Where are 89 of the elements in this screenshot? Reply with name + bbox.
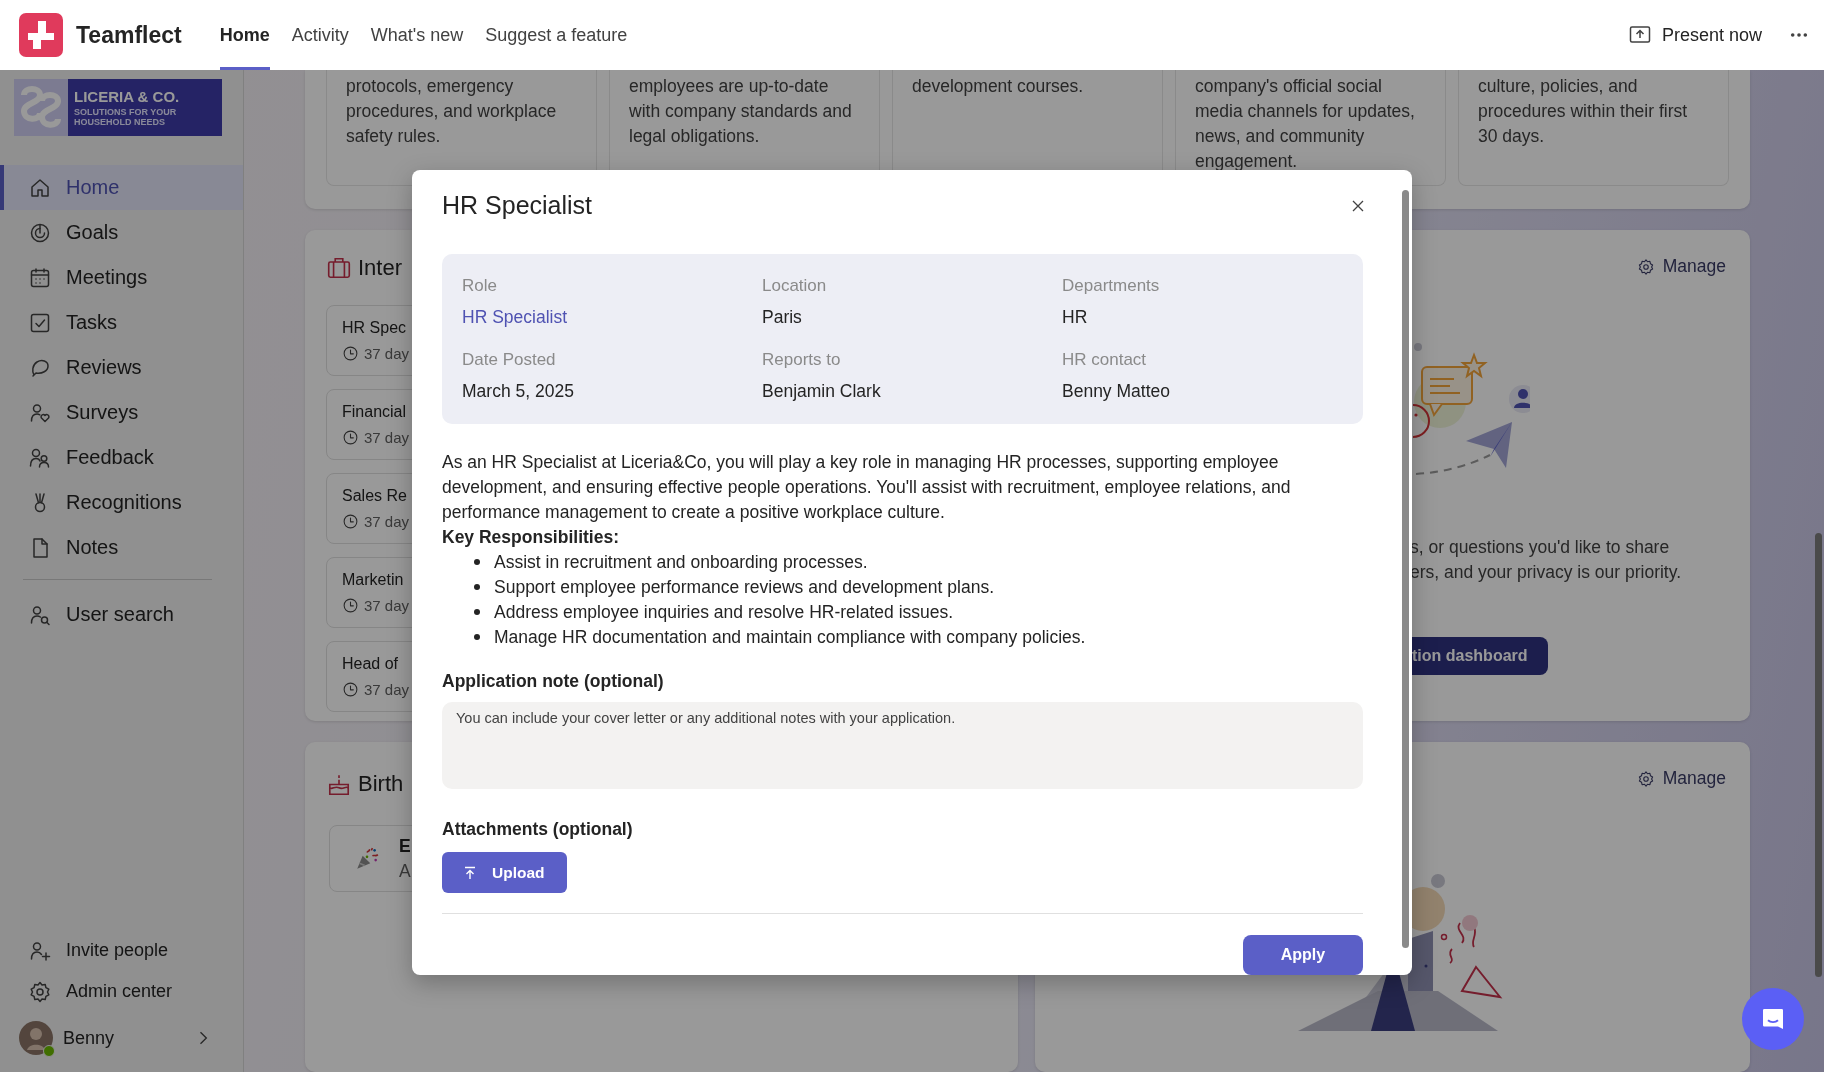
clock-icon	[342, 681, 359, 698]
logo-emblem-icon	[14, 79, 68, 136]
info-text: development courses.	[912, 75, 1085, 98]
more-icon[interactable]	[1790, 32, 1808, 38]
sidebar-item[interactable]: Surveys	[0, 390, 243, 435]
info-text: employees are up-to-date with company standards and legal obligations.	[629, 75, 853, 148]
field-value: Benjamin Clark	[762, 380, 881, 402]
sidebar-item[interactable]: Reviews	[0, 345, 243, 390]
sidebar-item[interactable]: User search	[0, 592, 243, 637]
sidebar-item[interactable]: Meetings	[0, 255, 243, 300]
logo-name: LICERIA & CO.	[74, 88, 181, 105]
user-name: Benny	[63, 1027, 115, 1049]
nav-tab[interactable]: Activity	[291, 0, 349, 70]
responsibility-item: Manage HR documentation and maintain compliance with company policies.	[494, 625, 1086, 649]
info-text: company's official social media channels for updates, news, and community engagement.	[1195, 75, 1416, 173]
field-value: Paris	[762, 306, 802, 328]
responsibility-item: Support employee performance reviews and development plans.	[494, 575, 994, 599]
job-title: Head of	[342, 655, 399, 673]
logo-tagline: SOLUTIONS FOR YOUR HOUSEHOLD NEEDS	[74, 107, 178, 127]
calendar-icon	[28, 265, 52, 290]
birthday-detail: A	[399, 860, 411, 882]
field-label: Reports to	[762, 349, 842, 370]
clock-icon	[342, 597, 359, 614]
dashboard-button[interactable]: tion dashboard	[1410, 637, 1548, 675]
upload-icon	[462, 864, 478, 881]
settings-icon	[28, 979, 52, 1004]
user-menu[interactable]: Benny	[0, 1012, 243, 1064]
panel-title: Inter	[358, 255, 403, 281]
dialog-title: HR Specialist	[442, 191, 593, 221]
settings-icon	[1636, 257, 1655, 276]
manage-button[interactable]: Manage	[1636, 256, 1726, 277]
posted-age: 37 day	[364, 513, 410, 530]
app-logo-icon	[19, 13, 63, 57]
sidebar-item[interactable]: Recognitions	[0, 480, 243, 525]
responsibility-item: Assist in recruitment and onboarding processes.	[494, 550, 868, 574]
responsibility-item: Address employee inquiries and resolve HR-related issues.	[494, 600, 954, 624]
bullet-icon	[474, 634, 480, 641]
sidebar-item[interactable]: Home	[0, 165, 243, 210]
briefcase-icon	[326, 255, 352, 281]
sidebar-item[interactable]: Notes	[0, 525, 243, 570]
field-value: March 5, 2025	[462, 380, 574, 402]
sidebar-item[interactable]: Admin center	[0, 971, 243, 1012]
nav-tab[interactable]: Suggest a feature	[485, 0, 628, 70]
clock-icon	[342, 429, 359, 446]
bullet-icon	[474, 559, 480, 566]
posted-age: 37 day	[364, 681, 410, 698]
field-value: Benny Matteo	[1062, 380, 1170, 402]
present-button[interactable]: Present now	[1627, 23, 1762, 47]
info-text: culture, policies, and procedures within their first 30 days.	[1478, 75, 1689, 148]
clock-icon	[342, 513, 359, 530]
birthday-name: E	[399, 835, 411, 857]
nav-tab[interactable]: What's new	[370, 0, 464, 70]
job-description: As an HR Specialist at Liceria&Co, you will play a key role in managing HR processes, supporting employee development, and ensuring effective people operations. You'll assist with recruitment, employee relations, and performance management to create a positive workplace culture.	[442, 450, 1292, 524]
role-link[interactable]: HR Specialist	[462, 306, 568, 328]
posted-age: 37 day	[364, 429, 410, 446]
job-title: Financial	[342, 403, 407, 421]
responsibilities-heading: Key Responsibilities:	[442, 525, 619, 549]
avatar	[19, 1021, 53, 1055]
field-value: HR	[1062, 306, 1088, 328]
settings-icon	[1636, 769, 1655, 788]
posted-age: 37 day	[364, 597, 410, 614]
field-label: Date Posted	[462, 349, 557, 370]
app-name: Teamflect	[76, 21, 182, 49]
posted-age: 37 day	[364, 345, 410, 362]
job-title: HR Spec	[342, 319, 407, 337]
job-title: Marketin	[342, 571, 404, 589]
field-label: Application note (optional)	[442, 670, 664, 692]
note-field[interactable]: You can include your cover letter or any additional notes with your application.	[442, 701, 1363, 790]
manage-button[interactable]: Manage	[1636, 768, 1726, 789]
job-title: Sales Re	[342, 487, 407, 505]
bullet-icon	[474, 609, 480, 616]
panel-title: Birth	[358, 771, 404, 797]
sidebar-item[interactable]: Invite people	[0, 930, 243, 971]
sidebar-item[interactable]: Tasks	[0, 300, 243, 345]
bullet-icon	[474, 584, 480, 591]
upload-button[interactable]: Upload	[442, 852, 567, 893]
sidebar-item[interactable]: Feedback	[0, 435, 243, 480]
party-popper-icon	[354, 845, 380, 872]
scrollbar[interactable]	[1402, 190, 1409, 948]
scrollbar[interactable]	[1815, 533, 1822, 977]
field-label: Role	[462, 275, 498, 296]
field-label: Location	[762, 275, 828, 296]
sidebar-item[interactable]: Goals	[0, 210, 243, 255]
field-label: Attachments (optional)	[442, 819, 633, 841]
info-text: protocols, emergency procedures, and workplace safety rules.	[346, 75, 558, 148]
apply-button[interactable]: Apply	[1243, 935, 1363, 975]
clock-icon	[342, 345, 359, 362]
field-label: HR contact	[1062, 349, 1148, 370]
field-label: Departments	[1062, 275, 1161, 296]
